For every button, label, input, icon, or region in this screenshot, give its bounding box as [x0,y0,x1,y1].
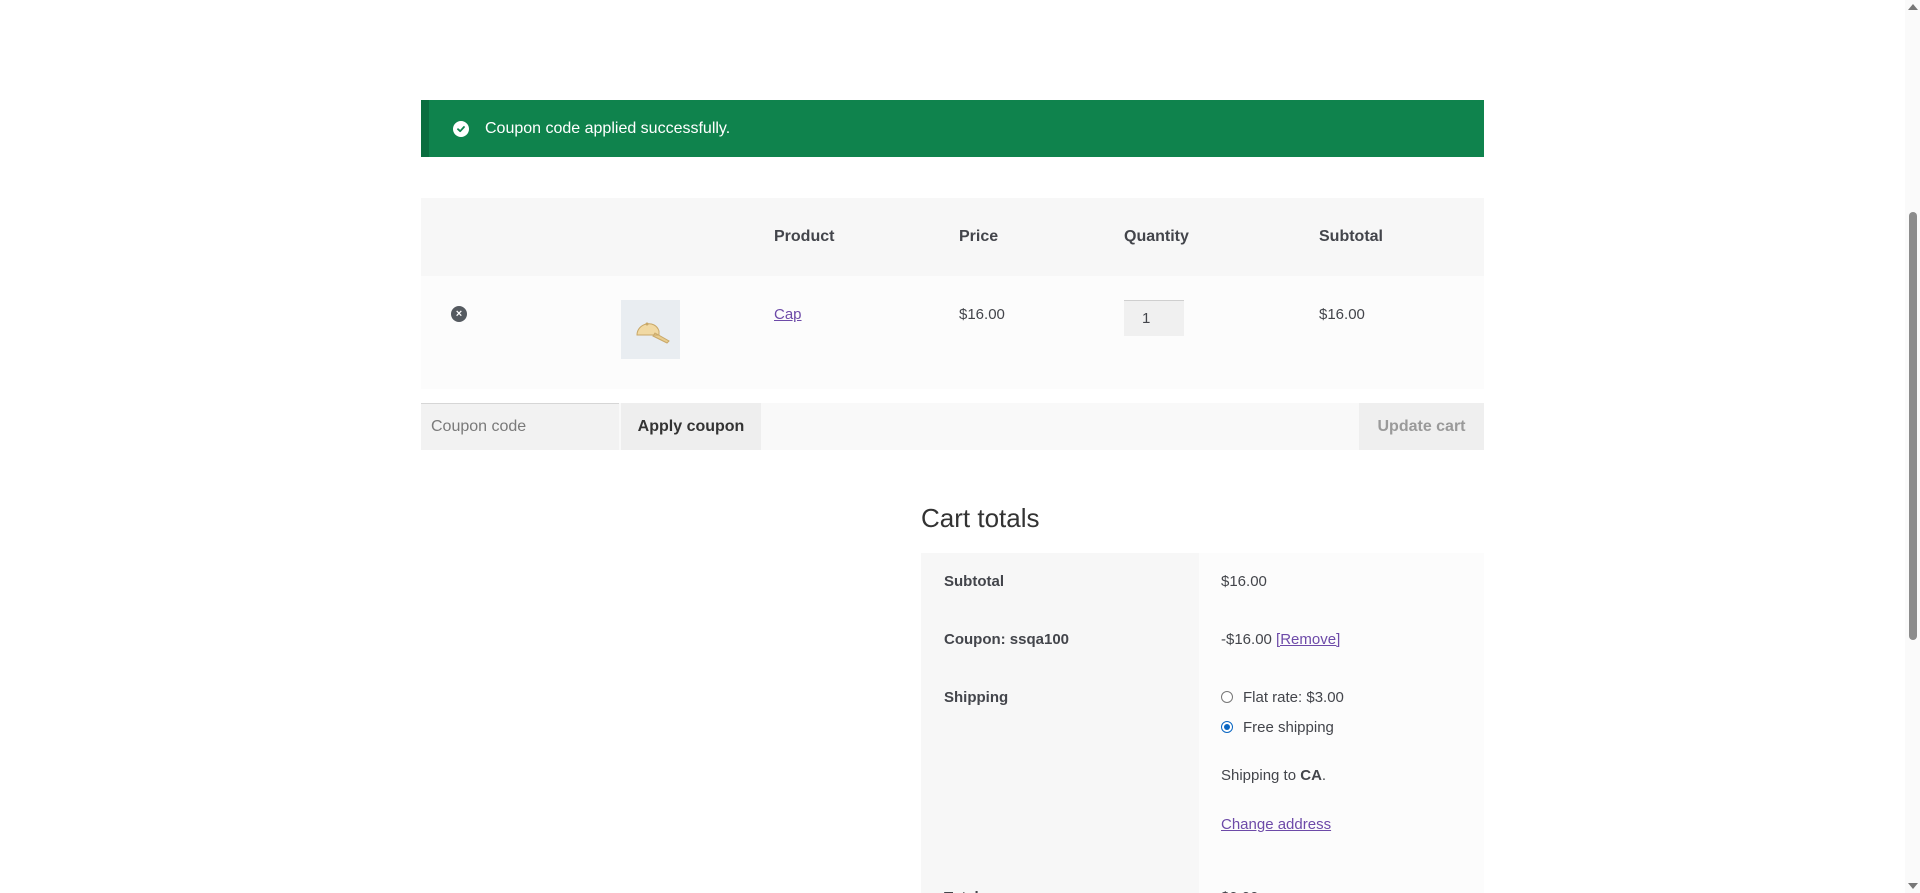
coupon-discount: -$16.00 [1221,631,1272,648]
item-price: $16.00 [959,306,1005,323]
check-circle-icon [453,120,469,137]
free-shipping-radio[interactable] [1221,721,1233,733]
cart-table: Product Price Quantity Subtotal × Cap $1… [421,198,1484,389]
product-link-cap[interactable]: Cap [774,306,802,323]
shipping-to-prefix: Shipping to [1221,767,1301,784]
header-quantity: Quantity [1124,228,1189,245]
flat-rate-label: Flat rate: [1243,689,1307,706]
subtotal-value: $16.00 [1199,553,1484,611]
cart-totals-table: Subtotal $16.00 Coupon: ssqa100 -$16.00 … [921,553,1484,893]
quantity-input[interactable] [1124,300,1184,336]
cart-totals-title: Cart totals [921,503,1040,533]
success-notice: Coupon code applied successfully. [421,100,1484,157]
remove-coupon-link[interactable]: [Remove] [1276,631,1340,648]
header-subtotal: Subtotal [1319,228,1383,245]
coupon-label: Coupon: ssqa100 [921,611,1199,669]
totals-row-subtotal: Subtotal $16.00 [921,553,1484,611]
totals-row-coupon: Coupon: ssqa100 -$16.00 [Remove] [921,611,1484,669]
page-scrollbar[interactable] [1905,0,1920,893]
cap-icon [635,322,670,344]
total-label: Total [921,869,1199,893]
free-shipping-label: Free shipping [1243,719,1334,736]
flat-rate-radio[interactable] [1221,691,1233,703]
totals-row-total: Total $0.00 [921,869,1484,893]
item-subtotal: $16.00 [1319,306,1365,323]
remove-item-icon[interactable]: × [451,306,467,322]
shipping-label: Shipping [921,669,1199,869]
header-price: Price [959,228,999,245]
header-product: Product [774,228,835,245]
scroll-up-arrow-icon[interactable] [1908,4,1918,10]
notice-message: Coupon code applied successfully. [485,119,731,137]
shipping-destination: Shipping to CA. [1221,767,1484,816]
total-value: $0.00 [1199,869,1484,893]
shipping-country: CA [1300,767,1322,784]
update-cart-button[interactable]: Update cart [1359,403,1484,450]
shipping-to-suffix: . [1321,767,1327,784]
scroll-down-arrow-icon[interactable] [1908,883,1918,889]
change-address-link[interactable]: Change address [1221,816,1331,833]
scrollbar-thumb[interactable] [1909,212,1917,640]
cart-actions: Apply coupon Update cart [421,403,1484,450]
apply-coupon-button[interactable]: Apply coupon [621,403,761,450]
shipping-option-flat-rate[interactable]: Flat rate: $3.00 [1221,689,1484,719]
subtotal-label: Subtotal [921,553,1199,611]
totals-row-shipping: Shipping Flat rate: $3.00 Free shipping … [921,669,1484,869]
shipping-option-free[interactable]: Free shipping [1221,719,1484,767]
shipping-options: Flat rate: $3.00 Free shipping Shipping … [1199,669,1484,869]
cart-table-header: Product Price Quantity Subtotal [421,198,1484,276]
flat-rate-amount: $3.00 [1306,689,1344,706]
product-thumbnail[interactable] [621,300,680,359]
coupon-code-input[interactable] [421,403,619,450]
coupon-value-cell: -$16.00 [Remove] [1199,611,1484,669]
cart-item-row: × Cap $16.00 $16.00 [421,276,1484,389]
